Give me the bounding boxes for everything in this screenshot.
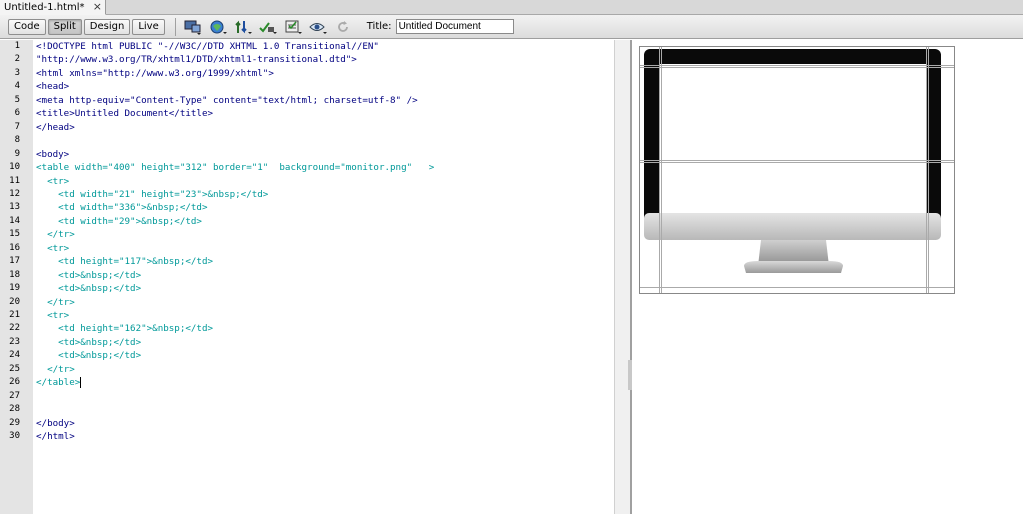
code-line[interactable]: <head> — [36, 80, 69, 93]
line-number: 22 — [9, 323, 20, 334]
code-line[interactable]: <body> — [36, 148, 69, 161]
line-number: 11 — [9, 175, 20, 186]
code-line[interactable]: <meta http-equiv="Content-Type" content=… — [36, 94, 418, 107]
design-view-button[interactable]: Design — [83, 18, 131, 35]
text-cursor — [80, 377, 82, 389]
line-number: 18 — [9, 269, 20, 280]
check-browser-compat-icon[interactable] — [284, 18, 302, 36]
document-tab-bar: Untitled-1.html* × — [0, 0, 1023, 15]
line-number: 29 — [9, 417, 20, 428]
multiscreen-icon[interactable] — [184, 18, 202, 36]
preview-browser-icon[interactable] — [209, 18, 227, 36]
code-line[interactable]: </tr> — [36, 363, 75, 376]
code-view-pane[interactable]: 1 2 3 4 5 6 7 8 9 10 11 12 13 14 15 16 17 18 19 20 21 22 23 24 2… — [0, 40, 614, 514]
title-label: Title: — [366, 21, 392, 32]
monitor-screen — [659, 64, 927, 220]
code-line[interactable]: </body> — [36, 417, 75, 430]
document-toolbar: Code Split Design Live Title: Untitled D… — [0, 15, 1023, 39]
close-icon[interactable]: × — [93, 0, 102, 14]
line-number: 28 — [9, 404, 20, 415]
line-number: 24 — [9, 350, 20, 361]
table-row-divider — [640, 162, 954, 163]
line-number: 19 — [9, 283, 20, 294]
code-line[interactable]: <td width="29">&nbsp;</td> — [36, 215, 202, 228]
code-line[interactable]: <html xmlns="http://www.w3.org/1999/xhtm… — [36, 67, 274, 80]
line-number: 16 — [9, 242, 20, 253]
code-line[interactable]: <td height="117">&nbsp;</td> — [36, 255, 213, 268]
line-number: 25 — [9, 363, 20, 374]
line-number: 23 — [9, 336, 20, 347]
code-line[interactable]: <tr> — [36, 309, 69, 322]
line-number: 17 — [9, 256, 20, 267]
code-line[interactable]: <td>&nbsp;</td> — [36, 349, 141, 362]
table-row-divider — [640, 160, 954, 161]
code-line[interactable]: <td>&nbsp;</td> — [36, 282, 141, 295]
monitor-image — [644, 49, 941, 273]
table-row-divider — [640, 287, 954, 288]
table-column-divider — [659, 47, 660, 293]
title-input[interactable]: Untitled Document — [395, 19, 514, 34]
line-number: 6 — [14, 108, 20, 119]
code-scrollbar[interactable] — [614, 40, 630, 514]
code-line[interactable]: "http://www.w3.org/TR/xhtml1/DTD/xhtml1-… — [36, 53, 357, 66]
line-number: 27 — [9, 390, 20, 401]
monitor-chin — [644, 213, 941, 240]
code-line[interactable]: <tr> — [36, 175, 69, 188]
design-view-pane[interactable] — [632, 40, 1023, 514]
code-view-button[interactable]: Code — [8, 18, 46, 35]
document-tab-label: Untitled-1.html* — [4, 1, 85, 13]
line-number: 7 — [14, 121, 20, 132]
table-column-divider — [661, 47, 662, 293]
code-line[interactable]: <!DOCTYPE html PUBLIC "-//W3C//DTD XHTML… — [36, 40, 379, 53]
live-view-button[interactable]: Live — [132, 18, 165, 35]
table-column-divider — [926, 47, 927, 293]
code-line[interactable]: </tr> — [36, 296, 75, 309]
code-line[interactable]: <td width="21" height="23">&nbsp;</td> — [36, 188, 268, 201]
code-line[interactable]: <td width="336">&nbsp;</td> — [36, 201, 207, 214]
line-number: 13 — [9, 202, 20, 213]
line-number: 2 — [14, 54, 20, 65]
code-line[interactable]: </table> — [36, 376, 82, 389]
code-line[interactable]: <td>&nbsp;</td> — [36, 336, 141, 349]
line-number: 8 — [14, 135, 20, 146]
line-number: 26 — [9, 377, 20, 388]
document-tab[interactable]: Untitled-1.html* × — [0, 0, 106, 15]
line-number-gutter: 1 2 3 4 5 6 7 8 9 10 11 12 13 14 15 16 17 18 19 20 21 22 23 24 2… — [0, 40, 33, 514]
line-number: 3 — [14, 67, 20, 78]
code-line[interactable]: <tr> — [36, 242, 69, 255]
monitor-base — [744, 261, 843, 273]
code-line[interactable]: </html> — [36, 430, 75, 443]
code-line[interactable]: <title>Untitled Document</title> — [36, 107, 213, 120]
line-number: 5 — [14, 94, 20, 105]
code-line[interactable]: <table width="400" height="312" border="… — [36, 161, 434, 174]
refresh-icon[interactable] — [334, 18, 352, 36]
code-line[interactable]: <td height="162">&nbsp;</td> — [36, 322, 213, 335]
code-line[interactable]: <td>&nbsp;</td> — [36, 269, 141, 282]
toolbar-divider — [174, 17, 176, 36]
code-line[interactable]: </tr> — [36, 228, 75, 241]
line-number: 9 — [14, 148, 20, 159]
line-number: 21 — [9, 310, 20, 320]
line-number: 20 — [9, 296, 20, 307]
code-line[interactable]: </head> — [36, 121, 75, 134]
split-view-button[interactable]: Split — [47, 18, 82, 35]
table-row-divider — [640, 65, 954, 66]
line-number: 10 — [9, 162, 20, 173]
table-column-divider — [928, 47, 929, 293]
line-number: 15 — [9, 229, 20, 240]
w3c-validation-icon[interactable] — [259, 18, 277, 36]
line-number: 30 — [9, 431, 20, 442]
line-number: 4 — [14, 81, 20, 92]
table-row-divider — [640, 67, 954, 68]
line-number: 14 — [9, 215, 20, 226]
line-number: 12 — [9, 188, 20, 199]
line-number: 1 — [14, 41, 20, 51]
file-management-icon[interactable] — [234, 18, 252, 36]
visual-aids-icon[interactable] — [309, 18, 327, 36]
design-table[interactable] — [639, 46, 955, 294]
